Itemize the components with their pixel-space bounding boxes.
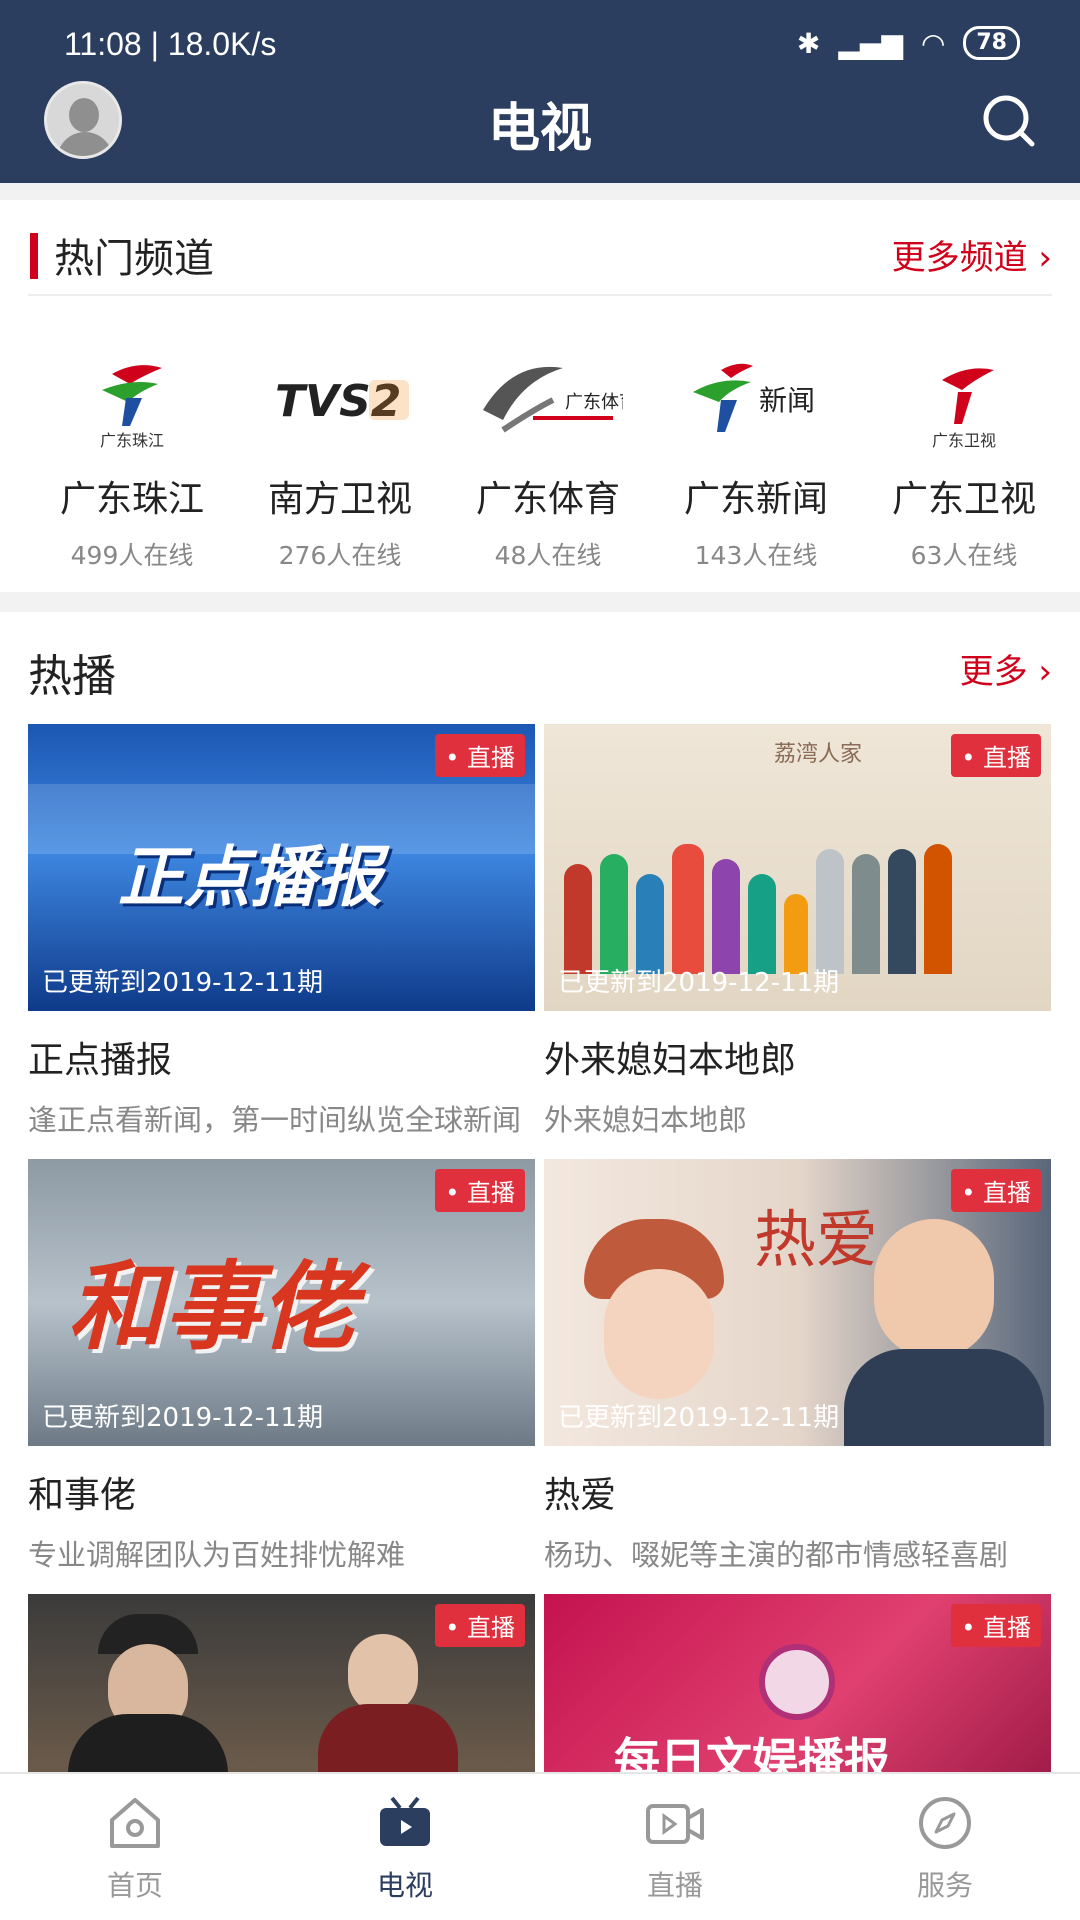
channel-online-count: 48人在线 bbox=[494, 541, 602, 570]
show-desc: 外来媳妇本地郎 bbox=[544, 1103, 748, 1137]
status-icons: ✱ ▂▄▆ ◠ 78 bbox=[797, 26, 1020, 60]
update-label: 已更新到2019-12-11期 bbox=[558, 1403, 840, 1433]
show-desc: 杨玏、啜妮等主演的都市情感轻喜剧 bbox=[544, 1538, 1009, 1572]
status-time: 11:08 | 18.0K/s bbox=[64, 26, 277, 62]
nav-item-home[interactable]: 首页 bbox=[0, 1774, 270, 1920]
show-card[interactable]: 荔湾人家 • 直播 已更新到2019-12-11期 外来媳妇本地郎 外来媳妇本地… bbox=[544, 724, 1051, 1139]
section-title: 热播 bbox=[28, 651, 116, 702]
svg-text:广东体育: 广东体育 bbox=[565, 392, 623, 413]
svg-text:广东卫视: 广东卫视 bbox=[932, 431, 996, 450]
more-shows-link[interactable]: 更多 › bbox=[960, 644, 1052, 693]
update-label: 已更新到2019-12-11期 bbox=[42, 1403, 324, 1433]
show-title: 正点播报 bbox=[28, 1040, 173, 1081]
live-badge: • 直播 bbox=[435, 1604, 525, 1647]
show-card[interactable]: 热爱 • 直播 已更新到2019-12-11期 热爱 杨玏、啜妮等主演的都市情感… bbox=[544, 1159, 1051, 1574]
bluetooth-icon: ✱ bbox=[796, 26, 821, 60]
live-badge: • 直播 bbox=[951, 1604, 1041, 1647]
hot-channels-section: 热门频道 更多频道 › 广东珠江 广东珠江 499人在线 TVS2 南方卫视 2… bbox=[0, 200, 1080, 592]
show-card[interactable]: 每日文娱播报 • 直播 bbox=[544, 1594, 1051, 1772]
live-badge: • 直播 bbox=[435, 1169, 525, 1212]
svg-text:新闻: 新闻 bbox=[759, 384, 815, 417]
live-badge: • 直播 bbox=[951, 1169, 1041, 1212]
tv-icon bbox=[380, 1796, 430, 1846]
hot-channels-header: 热门频道 更多频道 › bbox=[28, 200, 1052, 296]
show-desc: 专业调解团队为百姓排忧解难 bbox=[28, 1538, 406, 1572]
more-channels-link[interactable]: 更多频道 › bbox=[892, 230, 1052, 279]
signal-icon: ▂▄▆ bbox=[838, 26, 903, 60]
channel-online-count: 276人在线 bbox=[278, 541, 402, 570]
channel-item[interactable]: 广东卫视 广东卫视 63人在线 bbox=[860, 340, 1068, 572]
show-thumbnail: 每日文娱播报 • 直播 bbox=[544, 1594, 1051, 1772]
show-thumbnail: 荔湾人家 • 直播 已更新到2019-12-11期 bbox=[544, 724, 1051, 1011]
show-thumbnail: • 直播 bbox=[28, 1594, 535, 1772]
channel-name: 广东卫视 bbox=[891, 479, 1036, 520]
hot-shows-section: 热播 更多 › 正点播报 • 直播 已更新到2019-12-11期 正点播报 逢… bbox=[0, 612, 1080, 1772]
section-accent-bar bbox=[30, 233, 38, 279]
app-header: 11:08 | 18.0K/s ✱ ▂▄▆ ◠ 78 电视 bbox=[0, 0, 1080, 183]
channel-name: 广东新闻 bbox=[683, 479, 828, 520]
nav-label: 首页 bbox=[106, 1869, 163, 1902]
show-desc: 逢正点看新闻，第一时间纵览全球新闻 bbox=[28, 1103, 522, 1137]
channel-list: 广东珠江 广东珠江 499人在线 TVS2 南方卫视 276人在线 广东体育 bbox=[0, 340, 1080, 572]
show-title: 热爱 bbox=[544, 1475, 617, 1516]
live-badge: • 直播 bbox=[951, 734, 1041, 777]
nav-item-tv[interactable]: 电视 bbox=[270, 1774, 540, 1920]
search-icon[interactable] bbox=[980, 92, 1036, 148]
update-label: 已更新到2019-12-11期 bbox=[42, 968, 324, 998]
chevron-right-icon: › bbox=[1038, 652, 1052, 692]
battery-icon: 78 bbox=[963, 26, 1020, 60]
wifi-icon: ◠ bbox=[920, 26, 946, 60]
channel-online-count: 143人在线 bbox=[694, 541, 818, 570]
channel-item[interactable]: 广东珠江 广东珠江 499人在线 bbox=[28, 340, 236, 572]
show-card[interactable]: • 直播 bbox=[28, 1594, 535, 1772]
chevron-right-icon: › bbox=[1038, 238, 1052, 278]
live-badge: • 直播 bbox=[435, 734, 525, 777]
channel-item[interactable]: 新闻 广东新闻 143人在线 bbox=[652, 340, 860, 572]
channel-logo: 新闻 bbox=[652, 340, 860, 460]
nav-label: 电视 bbox=[376, 1869, 433, 1902]
show-title: 外来媳妇本地郎 bbox=[544, 1040, 797, 1081]
page-title: 电视 bbox=[487, 99, 592, 159]
channel-online-count: 499人在线 bbox=[70, 541, 194, 570]
nav-label: 服务 bbox=[916, 1869, 973, 1902]
home-icon bbox=[110, 1798, 160, 1848]
channel-logo: 广东珠江 bbox=[28, 340, 236, 460]
compass-icon bbox=[919, 1797, 971, 1849]
show-title: 和事佬 bbox=[28, 1475, 137, 1516]
show-card[interactable]: 和事佬 • 直播 已更新到2019-12-11期 和事佬 专业调解团队为百姓排忧… bbox=[28, 1159, 535, 1574]
channel-logo: TVS2 bbox=[236, 340, 444, 460]
nav-label: 直播 bbox=[646, 1869, 703, 1902]
channel-name: 南方卫视 bbox=[267, 479, 412, 520]
bottom-nav: 首页 电视 直播 服务 bbox=[0, 1772, 1080, 1920]
channel-name: 广东珠江 bbox=[59, 479, 204, 520]
show-card[interactable]: 正点播报 • 直播 已更新到2019-12-11期 正点播报 逢正点看新闻，第一… bbox=[28, 724, 535, 1139]
update-label: 已更新到2019-12-11期 bbox=[558, 968, 840, 998]
channel-online-count: 63人在线 bbox=[910, 541, 1018, 570]
channel-name: 广东体育 bbox=[475, 479, 620, 520]
nav-item-service[interactable]: 服务 bbox=[810, 1774, 1080, 1920]
video-icon bbox=[646, 1804, 704, 1844]
channel-logo: 广东体育 bbox=[444, 340, 652, 460]
svg-text:广东珠江: 广东珠江 bbox=[100, 431, 164, 450]
show-thumbnail: 正点播报 • 直播 已更新到2019-12-11期 bbox=[28, 724, 535, 1011]
channel-logo: 广东卫视 bbox=[860, 340, 1068, 460]
section-title: 热门频道 bbox=[54, 236, 214, 282]
status-bar: 11:08 | 18.0K/s ✱ ▂▄▆ ◠ 78 bbox=[0, 0, 1080, 90]
show-thumbnail: 热爱 • 直播 已更新到2019-12-11期 bbox=[544, 1159, 1051, 1446]
channel-item[interactable]: 广东体育 广东体育 48人在线 bbox=[444, 340, 652, 572]
channel-item[interactable]: TVS2 南方卫视 276人在线 bbox=[236, 340, 444, 572]
nav-item-live[interactable]: 直播 bbox=[540, 1774, 810, 1920]
show-thumbnail: 和事佬 • 直播 已更新到2019-12-11期 bbox=[28, 1159, 535, 1446]
